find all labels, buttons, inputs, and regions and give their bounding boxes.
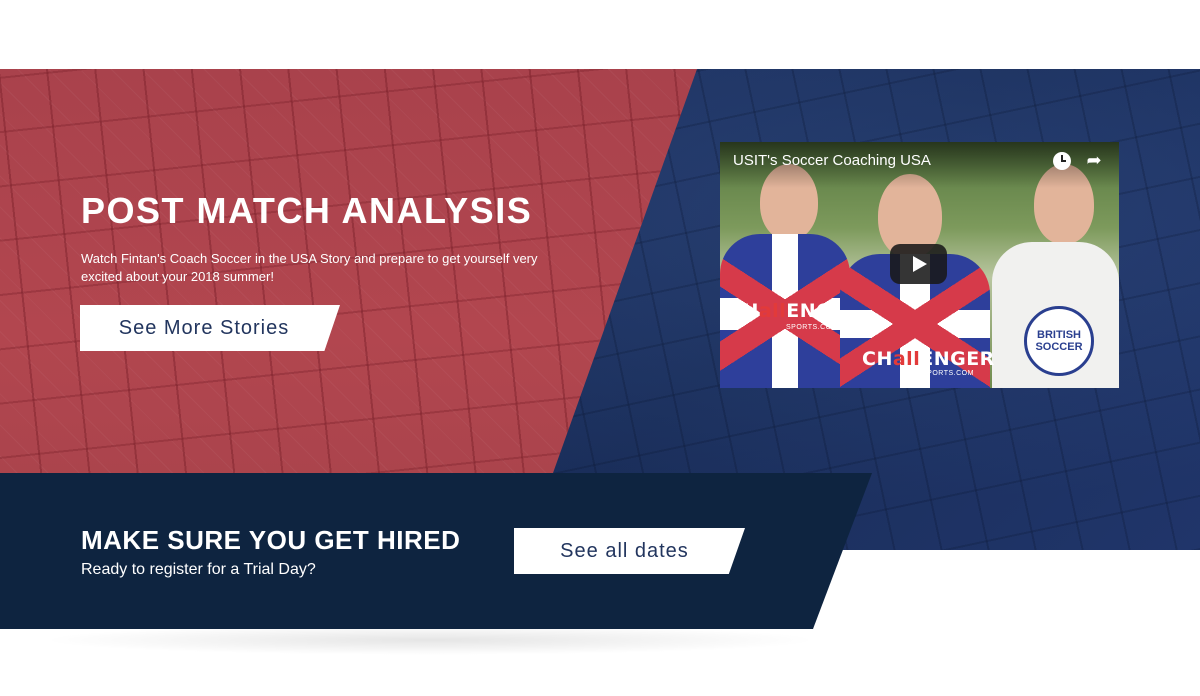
- hire-panel-shadow: [40, 625, 820, 655]
- hero-title: POST MATCH ANALYSIS: [81, 190, 533, 231]
- video-title[interactable]: USIT's Soccer Coaching USA: [733, 152, 931, 169]
- see-more-stories-button[interactable]: See More Stories: [80, 305, 340, 351]
- hire-title: MAKE SURE YOU GET HIRED: [81, 525, 461, 555]
- share-icon[interactable]: ➦: [1084, 150, 1104, 170]
- see-more-stories-label: See More Stories: [118, 316, 290, 339]
- hire-subtitle: Ready to register for a Trial Day?: [81, 561, 316, 578]
- hero-description: Watch Fintan's Coach Soccer in the USA S…: [81, 251, 538, 284]
- british-soccer-badge: BRITISH SOCCER: [1024, 306, 1094, 376]
- sponsor-logo-center: CHallENGER: [862, 348, 995, 370]
- see-all-dates-label: See all dates: [560, 539, 689, 562]
- see-all-dates-button[interactable]: See all dates: [514, 528, 745, 574]
- play-icon[interactable]: [890, 244, 947, 284]
- video-player[interactable]: CHallENGER SPORTS.COM BRITISH SOCCER CHa…: [720, 142, 1119, 388]
- watch-later-clock-icon[interactable]: [1053, 152, 1071, 170]
